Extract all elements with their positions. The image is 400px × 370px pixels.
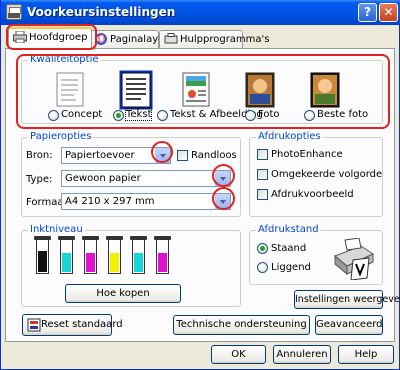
quality-concept-radio[interactable] xyxy=(48,110,59,121)
type-label: Type: xyxy=(26,174,53,185)
orientation-legend: Afdrukstand xyxy=(256,224,321,235)
reset-icon xyxy=(27,318,41,332)
tab-page-layout[interactable]: Paginalay-out xyxy=(89,30,178,49)
photoenhance-label[interactable]: PhotoEnhance xyxy=(271,149,343,160)
draft-document-icon xyxy=(56,72,84,107)
orientation-landscape-label[interactable]: Liggend xyxy=(271,262,311,273)
ink-cartridge xyxy=(106,236,123,274)
chevron-down-icon[interactable] xyxy=(215,194,230,209)
printer-icon xyxy=(6,4,22,20)
help-button[interactable]: Help xyxy=(338,345,394,364)
printer-icon xyxy=(13,31,27,43)
source-label: Bron: xyxy=(26,150,53,161)
show-settings-button[interactable]: Instellingen weergeven xyxy=(294,290,400,309)
quality-photo-label[interactable]: Foto xyxy=(258,109,280,120)
preferences-dialog: Voorkeursinstellingen ? ✕ Hoofdgroep Pag… xyxy=(0,0,400,370)
title-bar[interactable]: Voorkeursinstellingen ? ✕ xyxy=(1,0,400,25)
ink-level-fill xyxy=(134,253,143,272)
chevron-down-icon[interactable] xyxy=(155,148,170,163)
quality-best-photo-label[interactable]: Beste foto xyxy=(317,109,368,120)
advanced-button[interactable]: Geavanceerd xyxy=(315,315,383,335)
ink-cartridge xyxy=(58,236,75,274)
ink-cartridge xyxy=(82,236,99,274)
tab-utilities-label: Hulpprogramma's xyxy=(180,34,270,45)
ink-cartridge xyxy=(130,236,147,274)
quality-text-label[interactable]: Tekst xyxy=(124,108,153,121)
tab-main[interactable]: Hoofdgroep xyxy=(8,27,92,49)
type-value: Gewoon papier xyxy=(65,173,141,184)
tab-main-label: Hoofdgroep xyxy=(29,32,88,43)
source-value: Papiertoevoer xyxy=(65,150,135,161)
reverse-order-checkbox[interactable] xyxy=(257,169,268,180)
ink-cartridge xyxy=(154,236,171,274)
tools-icon xyxy=(164,33,178,44)
photo-icon xyxy=(245,72,275,108)
text-image-document-icon xyxy=(182,72,210,107)
close-button[interactable]: ✕ xyxy=(379,3,398,22)
quality-concept-label[interactable]: Concept xyxy=(61,109,102,120)
source-select[interactable]: Papiertoevoer xyxy=(61,147,171,164)
reset-defaults-button[interactable]: Reset standaard xyxy=(22,314,123,336)
ink-cartridge xyxy=(34,236,51,274)
format-value: A4 210 x 297 mm xyxy=(65,196,155,207)
printer-orientation-icon xyxy=(334,238,375,280)
ok-button[interactable]: OK xyxy=(211,345,266,364)
quality-text-image-radio[interactable] xyxy=(157,110,168,121)
quality-best-photo-radio[interactable] xyxy=(304,110,315,121)
paper-options-legend: Papieropties xyxy=(28,131,94,142)
chevron-down-icon[interactable] xyxy=(215,171,230,186)
orientation-portrait-label[interactable]: Staand xyxy=(271,243,306,254)
orientation-portrait-radio[interactable] xyxy=(257,243,268,254)
ink-level-fill xyxy=(62,253,71,272)
orientation-landscape-radio[interactable] xyxy=(257,262,268,273)
ink-level-fill xyxy=(86,253,95,272)
borderless-checkbox[interactable] xyxy=(177,150,188,161)
layout-icon xyxy=(95,33,107,45)
ink-level-fill xyxy=(158,253,167,272)
cancel-button[interactable]: Annuleren xyxy=(273,345,331,364)
type-select[interactable]: Gewoon papier xyxy=(61,170,231,187)
tech-support-button[interactable]: Technische ondersteuning xyxy=(173,315,310,335)
how-to-order-button[interactable]: Hoe kopen xyxy=(65,284,181,303)
window-title: Voorkeursinstellingen xyxy=(27,5,176,19)
ink-level-legend: Inktniveau xyxy=(28,224,85,235)
print-preview-label[interactable]: Afdrukvoorbeeld xyxy=(271,189,354,200)
text-document-icon xyxy=(119,70,153,110)
ink-level-fill xyxy=(38,251,47,272)
ink-level-fill xyxy=(110,253,119,272)
print-options-legend: Afdrukopties xyxy=(256,131,323,142)
quality-photo-radio[interactable] xyxy=(245,110,256,121)
quality-text-radio[interactable] xyxy=(113,110,124,121)
borderless-label[interactable]: Randloos xyxy=(191,150,237,161)
best-photo-icon xyxy=(310,72,340,108)
help-title-button[interactable]: ? xyxy=(358,3,377,22)
tab-utilities[interactable]: Hulpprogramma's xyxy=(159,30,270,49)
print-preview-checkbox[interactable] xyxy=(257,189,268,200)
photoenhance-checkbox[interactable] xyxy=(257,149,268,160)
reverse-order-label[interactable]: Omgekeerde volgorde xyxy=(271,169,382,180)
reset-defaults-label: Reset standaard xyxy=(41,319,123,330)
format-select[interactable]: A4 210 x 297 mm xyxy=(61,193,231,210)
quality-legend: Kwaliteitoptie xyxy=(28,54,101,65)
